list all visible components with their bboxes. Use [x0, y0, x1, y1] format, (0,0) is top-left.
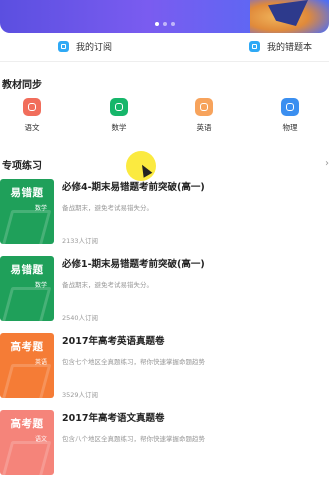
practice-card[interactable]: 易错题 数学 必修1-期末易错题考前突破(高一) 备战期末，避免考试易错失分。 … [0, 256, 329, 336]
card-title: 必修4-期末易错题考前突破(高一) [62, 182, 205, 193]
subject-chinese[interactable]: 语文 [12, 98, 52, 133]
chinese-icon [23, 98, 41, 116]
practice-card[interactable]: 易错题 数学 必修4-期末易错题考前突破(高一) 备战期末，避免考试易错失分。 … [0, 179, 329, 259]
my-subscriptions-label: 我的订阅 [76, 43, 113, 53]
physics-icon [281, 98, 299, 116]
practice-card[interactable]: 高考题 英语 2017年高考英语真题卷 包含七个地区全真题练习，帮你快速掌握命题… [0, 333, 329, 413]
subject-english[interactable]: 英语 [184, 98, 224, 133]
promo-banner[interactable] [0, 0, 329, 33]
card-cover: 易错题 数学 [0, 256, 54, 321]
subject-physics[interactable]: 物理 [270, 98, 310, 133]
cover-decoration [0, 287, 52, 321]
cover-decoration [0, 364, 52, 398]
cover-title: 易错题 [10, 264, 44, 276]
card-title: 2017年高考英语真题卷 [62, 336, 165, 347]
card-description: 备战期末，避免考试易错失分。 [62, 281, 153, 289]
quick-links-bar: 我的订阅 我的错题本 [0, 35, 329, 62]
subject-grid: 语文 数学 英语 物理 [0, 98, 329, 140]
cover-title: 高考题 [10, 341, 44, 353]
card-cover: 易错题 数学 [0, 179, 54, 244]
section-title-special-practice: 专项练习 [2, 161, 42, 172]
cover-decoration [0, 210, 52, 244]
card-description: 包含八个地区全真题练习，帮你快速掌握命题趋势 [62, 435, 205, 443]
subject-math[interactable]: 数学 [99, 98, 139, 133]
subscriber-count: 2133人订阅 [62, 237, 99, 245]
card-description: 包含七个地区全真题练习，帮你快速掌握命题趋势 [62, 358, 205, 366]
card-cover: 高考题 英语 [0, 333, 54, 398]
subscriber-count: 3529人订阅 [62, 391, 99, 399]
my-mistakes-notebook-link[interactable]: 我的错题本 [249, 40, 312, 53]
subscription-icon [58, 41, 69, 52]
subject-label: 语文 [24, 123, 40, 132]
banner-dot[interactable] [162, 22, 167, 26]
section-title-textbook-sync: 教材同步 [2, 80, 42, 91]
card-cover: 高考题 语文 [0, 410, 54, 475]
practice-card[interactable]: 高考题 语文 2017年高考语文真题卷 包含八个地区全真题练习，帮你快速掌握命题… [0, 410, 329, 490]
card-title: 必修1-期末易错题考前突破(高一) [62, 259, 205, 270]
subject-label: 物理 [282, 123, 298, 132]
subject-label: 数学 [111, 123, 127, 132]
banner-dot[interactable] [170, 22, 175, 26]
notebook-icon [249, 41, 260, 52]
my-subscriptions-link[interactable]: 我的订阅 [58, 40, 112, 53]
cover-title: 高考题 [10, 418, 44, 430]
math-icon [110, 98, 128, 116]
my-mistakes-notebook-label: 我的错题本 [267, 43, 313, 53]
subject-label: 英语 [196, 123, 212, 132]
banner-dot-active[interactable] [154, 22, 159, 26]
english-icon [195, 98, 213, 116]
card-description: 备战期末，避免考试易错失分。 [62, 204, 153, 212]
chevron-right-icon[interactable]: › [325, 158, 329, 169]
banner-pagination [0, 11, 329, 30]
card-title: 2017年高考语文真题卷 [62, 413, 165, 424]
cover-decoration [0, 441, 52, 475]
cover-title: 易错题 [10, 187, 44, 199]
subscriber-count: 2540人订阅 [62, 314, 99, 322]
